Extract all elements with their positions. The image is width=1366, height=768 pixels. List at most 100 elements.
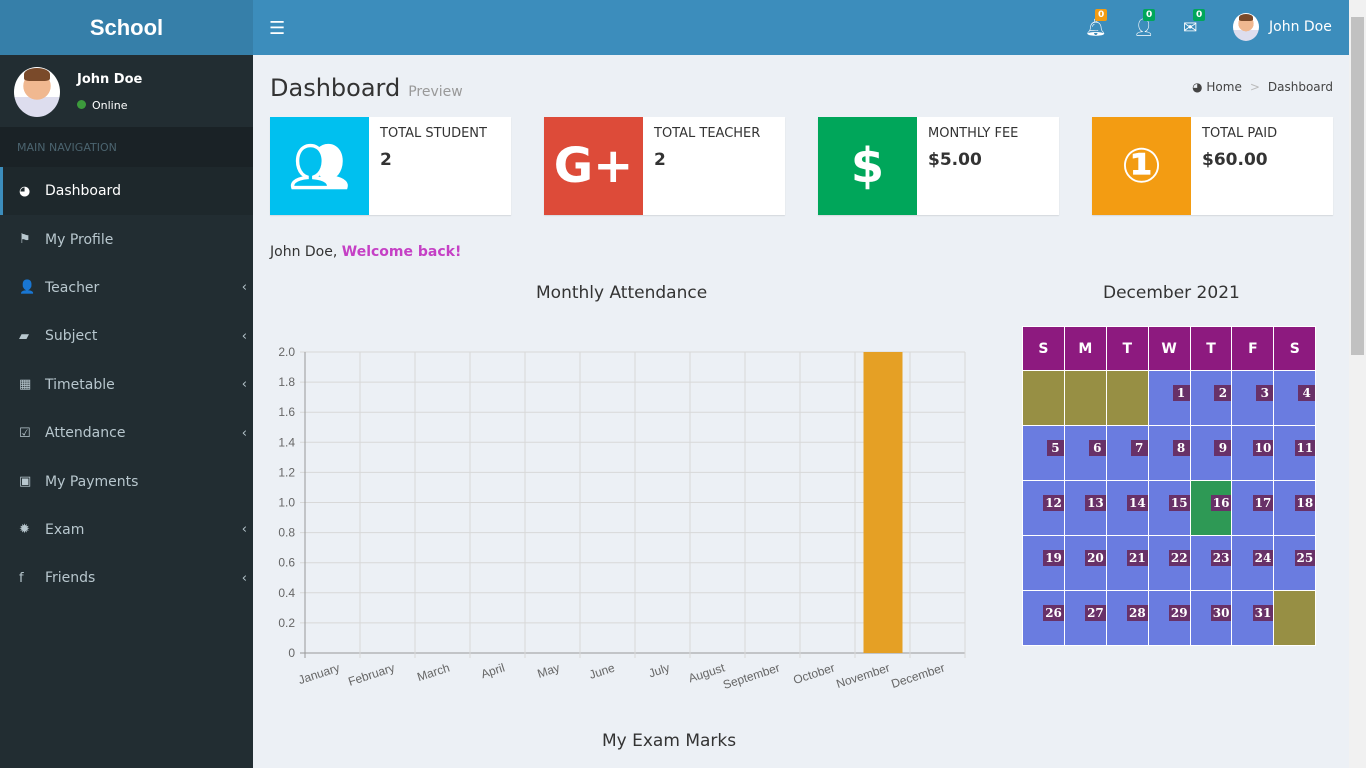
sidebar-item-subject[interactable]: ▰ Subject ‹: [0, 312, 253, 360]
day-number: 8: [1172, 440, 1190, 456]
calendar-day[interactable]: 22: [1147, 535, 1191, 591]
y-tick-label: 0.8: [278, 526, 295, 540]
calendar-day[interactable]: 7: [1105, 425, 1149, 481]
breadcrumb: ◕ Home > Dashboard: [1192, 80, 1333, 94]
calendar-day[interactable]: 25: [1273, 535, 1317, 591]
online-status: Online: [77, 99, 127, 112]
calendar-day[interactable]: 30: [1189, 590, 1233, 646]
x-tick-label: July: [647, 661, 672, 681]
calendar-day[interactable]: 4: [1273, 370, 1317, 426]
calendar-plus-icon: ▦: [19, 377, 32, 393]
calendar-day[interactable]: 17: [1231, 480, 1275, 536]
calendar-day[interactable]: 2: [1189, 370, 1233, 426]
dashboard-icon: ◕: [19, 183, 31, 199]
sidebar-item-my-payments[interactable]: ▣ My Payments: [0, 457, 253, 505]
chevron-left-icon: ‹: [241, 377, 247, 393]
calendar-week: 19 20 21 22 23 24 25: [1022, 535, 1317, 591]
calendar-day[interactable]: 27: [1063, 590, 1107, 646]
scrollbar[interactable]: [1349, 0, 1366, 768]
calendar-day[interactable]: 29: [1147, 590, 1191, 646]
dollar-icon: $: [818, 117, 917, 215]
calendar-week: 12 13 14 15 16 17 18: [1022, 480, 1317, 536]
calendar-day[interactable]: 14: [1105, 480, 1149, 536]
envelope-icon[interactable]: ✉ 0: [1183, 9, 1206, 38]
breadcrumb-home[interactable]: Home: [1206, 80, 1241, 94]
chevron-left-icon: ‹: [241, 570, 247, 586]
sidebar-item-friends[interactable]: f Friends ‹: [0, 554, 253, 602]
day-number: 11: [1294, 440, 1316, 456]
scrollbar-thumb[interactable]: [1351, 17, 1364, 355]
calendar-day[interactable]: 24: [1231, 535, 1275, 591]
calendar-day[interactable]: 10: [1231, 425, 1275, 481]
day-number: 1: [1172, 385, 1190, 401]
calendar-day[interactable]: 28: [1105, 590, 1149, 646]
calendar-day[interactable]: 6: [1063, 425, 1107, 481]
calendar-day[interactable]: 9: [1189, 425, 1233, 481]
page-title: Dashboard Preview: [270, 74, 463, 102]
y-tick-label: 1.6: [278, 405, 295, 419]
weekday-header: M: [1063, 326, 1107, 371]
weekday-header: S: [1273, 326, 1317, 371]
facebook-icon: f: [19, 570, 24, 586]
calendar-day[interactable]: 23: [1189, 535, 1233, 591]
day-number: 31: [1252, 605, 1274, 621]
bell-icon[interactable]: 🔔︎ 0: [1085, 9, 1108, 38]
calendar-day[interactable]: 21: [1105, 535, 1149, 591]
calendar-day[interactable]: 8: [1147, 425, 1191, 481]
sidebar-toggle-icon[interactable]: ☰: [269, 18, 285, 39]
dashboard-icon: ◕: [1192, 80, 1207, 94]
y-tick-label: 0.4: [278, 586, 295, 600]
book-icon: ▰: [19, 328, 29, 344]
avatar: [14, 67, 60, 117]
sidebar-item-label: Friends: [45, 570, 96, 587]
x-tick-label: October: [792, 661, 837, 688]
info-box: 👥︎ Total Student 2: [270, 117, 511, 215]
user-menu[interactable]: John Doe: [1233, 13, 1332, 41]
calendar: S M T W T F S 1 2 3 4 5 6 7 8 9 10 11 12 13 14 15 16 17 18 19 20 21…: [1022, 326, 1317, 646]
user-name: John Doe: [1269, 19, 1332, 35]
calendar-today[interactable]: 16: [1189, 480, 1233, 536]
calendar-day[interactable]: 18: [1273, 480, 1317, 536]
calendar-day[interactable]: 26: [1022, 590, 1065, 646]
calendar-week: 1 2 3 4: [1022, 370, 1317, 426]
weekday-header: T: [1105, 326, 1149, 371]
day-number: 4: [1298, 385, 1316, 401]
app-logo[interactable]: School: [0, 0, 253, 55]
sidebar-item-timetable[interactable]: ▦ Timetable ‹: [0, 361, 253, 409]
money-icon: ▣: [19, 474, 32, 490]
day-number: 29: [1168, 605, 1190, 621]
flag-icon: ⚑: [19, 232, 31, 248]
calendar-day[interactable]: 3: [1231, 370, 1275, 426]
welcome-name: John Doe,: [270, 244, 338, 260]
calendar-day[interactable]: 20: [1063, 535, 1107, 591]
calendar-day[interactable]: 19: [1022, 535, 1065, 591]
sidebar-item-teacher[interactable]: 👤 Teacher ‹: [0, 264, 253, 312]
user-plus-icon[interactable]: 👤︎ 0: [1133, 9, 1156, 38]
google-plus-icon: G+: [544, 117, 643, 215]
y-tick-label: 0: [288, 646, 295, 660]
calendar-day[interactable]: 12: [1022, 480, 1065, 536]
sidebar-user-panel: John Doe Online: [0, 55, 253, 127]
y-tick-label: 2.0: [278, 345, 295, 359]
chevron-left-icon: ‹: [241, 425, 247, 441]
day-number: 2: [1214, 385, 1232, 401]
day-number: 19: [1043, 550, 1064, 566]
day-number: 30: [1210, 605, 1232, 621]
sidebar-item-my-profile[interactable]: ⚑ My Profile: [0, 215, 253, 263]
calendar-day[interactable]: 5: [1022, 425, 1065, 481]
calendar-day[interactable]: 11: [1273, 425, 1317, 481]
x-tick-label: January: [296, 661, 341, 688]
y-tick-label: 1.4: [278, 435, 295, 449]
sidebar-item-exam[interactable]: ✹ Exam ‹: [0, 506, 253, 554]
calendar-day[interactable]: 15: [1147, 480, 1191, 536]
info-box-label: Monthly Fee: [928, 126, 1019, 141]
avatar: [1233, 13, 1259, 41]
calendar-day[interactable]: 1: [1147, 370, 1191, 426]
calendar-day[interactable]: 13: [1063, 480, 1107, 536]
welcome-message: John Doe, Welcome back!: [270, 244, 461, 260]
calendar-day[interactable]: 31: [1231, 590, 1275, 646]
x-tick-label: December: [889, 661, 946, 691]
sidebar-item-attendance[interactable]: ☑ Attendance ‹: [0, 409, 253, 457]
sidebar-item-dashboard[interactable]: ◕ Dashboard: [0, 167, 253, 216]
gear-icon: ✹: [19, 522, 30, 538]
